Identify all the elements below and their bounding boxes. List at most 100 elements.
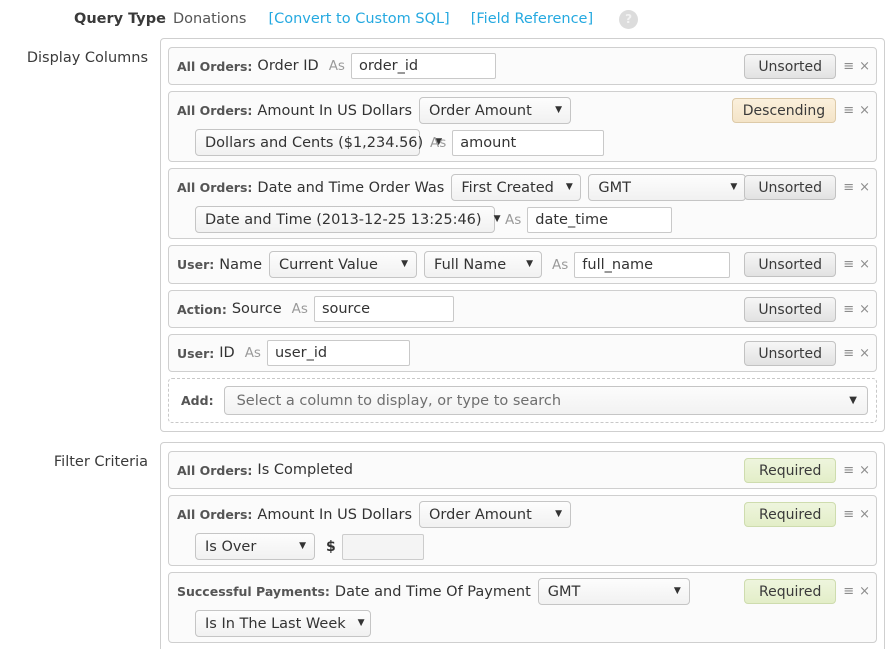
- table-name: Action:: [177, 301, 227, 317]
- operator-select[interactable]: Is In The Last Week ▼: [195, 610, 371, 637]
- field-name: Amount In US Dollars: [257, 102, 413, 119]
- row-icons: ≡ ×: [843, 347, 870, 360]
- display-column-row[interactable]: Action: Source As Unsorted ≡ ×: [168, 290, 877, 328]
- close-icon[interactable]: ×: [859, 508, 870, 521]
- event-type-select[interactable]: First Created ▼: [451, 174, 582, 201]
- timezone-select[interactable]: GMT ▼: [537, 578, 690, 605]
- row-controls: Unsorted ≡ ×: [744, 341, 870, 366]
- filter-criteria-row[interactable]: All Orders: Is Completed Required ≡ ×: [168, 451, 877, 489]
- operator-select[interactable]: Is Over ▼: [195, 533, 315, 560]
- add-column-row: Add: Select a column to display, or type…: [168, 378, 877, 423]
- currency-symbol: $: [326, 538, 336, 555]
- chevron-down-icon: ▼: [299, 541, 306, 551]
- row-controls: Unsorted ≡ ×: [744, 252, 870, 277]
- table-name: User:: [177, 345, 215, 361]
- table-name: All Orders:: [177, 180, 253, 195]
- as-label: As: [244, 345, 261, 361]
- alias-input[interactable]: [313, 296, 454, 322]
- close-icon[interactable]: ×: [859, 60, 870, 73]
- add-column-placeholder: Select a column to display, or type to s…: [236, 392, 562, 409]
- field-name: Amount In US Dollars: [257, 506, 413, 523]
- query-type-value: Donations: [172, 11, 247, 27]
- drag-handle-icon[interactable]: ≡: [843, 181, 854, 194]
- drag-handle-icon[interactable]: ≡: [843, 508, 854, 521]
- help-icon[interactable]: ?: [619, 9, 639, 29]
- field-name: Source: [231, 301, 282, 317]
- drag-handle-icon[interactable]: ≡: [843, 303, 854, 316]
- field-name: Order ID: [257, 58, 319, 74]
- format-select-value: Dollars and Cents ($1,234.56): [205, 134, 424, 151]
- sort-toggle-button[interactable]: Unsorted: [744, 297, 837, 322]
- timezone-select-value: GMT: [598, 179, 631, 196]
- row-icons: ≡ ×: [843, 60, 870, 73]
- drag-handle-icon[interactable]: ≡: [843, 258, 854, 271]
- filter-criteria-row[interactable]: All Orders: Amount In US Dollars Order A…: [168, 495, 877, 566]
- display-column-row[interactable]: All Orders: Order ID As Unsorted ≡ ×: [168, 47, 877, 85]
- sort-toggle-button[interactable]: Unsorted: [744, 54, 837, 79]
- close-icon[interactable]: ×: [859, 303, 870, 316]
- table-name: User:: [177, 257, 215, 272]
- query-builder-page: Query Type Donations [Convert to Custom …: [0, 0, 894, 649]
- row-controls: Required ≡ ×: [744, 502, 870, 527]
- row-icons: ≡ ×: [843, 464, 870, 477]
- drag-handle-icon[interactable]: ≡: [843, 347, 854, 360]
- display-columns-section: Display Columns All Orders: Order ID As …: [0, 38, 894, 432]
- filter-criteria-row[interactable]: Successful Payments: Date and Time Of Pa…: [168, 572, 877, 643]
- name-format-select-value: Full Name: [434, 256, 507, 273]
- chevron-down-icon: ▼: [401, 259, 409, 269]
- alias-input[interactable]: [527, 206, 673, 233]
- alias-input[interactable]: [266, 340, 410, 366]
- filter-criteria-label: Filter Criteria: [53, 454, 148, 470]
- as-label: As: [328, 58, 345, 74]
- drag-handle-icon[interactable]: ≡: [843, 585, 854, 598]
- filter-value-input[interactable]: [341, 533, 424, 560]
- format-select[interactable]: Date and Time (2013-12-25 13:25:46) ▼: [195, 206, 500, 233]
- requirement-toggle-button[interactable]: Required: [744, 502, 837, 527]
- format-select[interactable]: Dollars and Cents ($1,234.56) ▼: [195, 129, 442, 156]
- add-column-select[interactable]: Select a column to display, or type to s…: [223, 386, 868, 415]
- display-column-row[interactable]: All Orders: Amount In US Dollars Order A…: [168, 91, 877, 162]
- timezone-select[interactable]: GMT ▼: [588, 174, 747, 201]
- close-icon[interactable]: ×: [859, 347, 870, 360]
- row-icons: ≡ ×: [843, 258, 870, 271]
- sort-toggle-button[interactable]: Unsorted: [744, 252, 837, 277]
- close-icon[interactable]: ×: [859, 464, 870, 477]
- field-name: Name: [219, 256, 263, 273]
- close-icon[interactable]: ×: [859, 104, 870, 117]
- chevron-down-icon: ▼: [673, 586, 681, 596]
- alias-input[interactable]: [452, 129, 605, 156]
- row-controls: Descending ≡ ×: [731, 98, 870, 123]
- sort-toggle-button[interactable]: Unsorted: [744, 341, 837, 366]
- requirement-toggle-button[interactable]: Required: [744, 579, 837, 604]
- drag-handle-icon[interactable]: ≡: [843, 60, 854, 73]
- display-column-row[interactable]: User: Name Current Value ▼ Full Name ▼ A…: [168, 245, 877, 284]
- value-type-select[interactable]: Order Amount ▼: [419, 501, 572, 528]
- alias-input[interactable]: [574, 251, 731, 278]
- row-icons: ≡ ×: [843, 508, 870, 521]
- drag-handle-icon[interactable]: ≡: [843, 464, 854, 477]
- close-icon[interactable]: ×: [859, 258, 870, 271]
- timezone-select-value: GMT: [547, 583, 581, 600]
- row-controls: Required ≡ ×: [744, 579, 870, 604]
- value-type-select[interactable]: Current Value ▼: [269, 251, 418, 278]
- close-icon[interactable]: ×: [859, 585, 870, 598]
- display-column-row[interactable]: User: ID As Unsorted ≡ ×: [168, 334, 877, 372]
- operator-select-value: Is In The Last Week: [205, 615, 346, 632]
- chevron-down-icon: ▼: [357, 618, 365, 628]
- close-icon[interactable]: ×: [859, 181, 870, 194]
- display-columns-label: Display Columns: [26, 50, 148, 66]
- field-reference-link[interactable]: [Field Reference]: [471, 11, 593, 27]
- alias-input[interactable]: [350, 53, 496, 79]
- sort-toggle-button[interactable]: Descending: [731, 98, 837, 123]
- value-type-select[interactable]: Order Amount ▼: [419, 97, 572, 124]
- chevron-down-icon: ▼: [526, 259, 534, 269]
- value-type-select-value: Current Value: [279, 256, 378, 273]
- row-icons: ≡ ×: [843, 585, 870, 598]
- row-controls: Unsorted ≡ ×: [744, 54, 870, 79]
- convert-to-custom-sql-link[interactable]: [Convert to Custom SQL]: [268, 11, 449, 27]
- requirement-toggle-button[interactable]: Required: [744, 458, 837, 483]
- drag-handle-icon[interactable]: ≡: [843, 104, 854, 117]
- name-format-select[interactable]: Full Name ▼: [424, 251, 543, 278]
- sort-toggle-button[interactable]: Unsorted: [744, 175, 837, 200]
- display-column-row[interactable]: All Orders: Date and Time Order Was Firs…: [168, 168, 877, 239]
